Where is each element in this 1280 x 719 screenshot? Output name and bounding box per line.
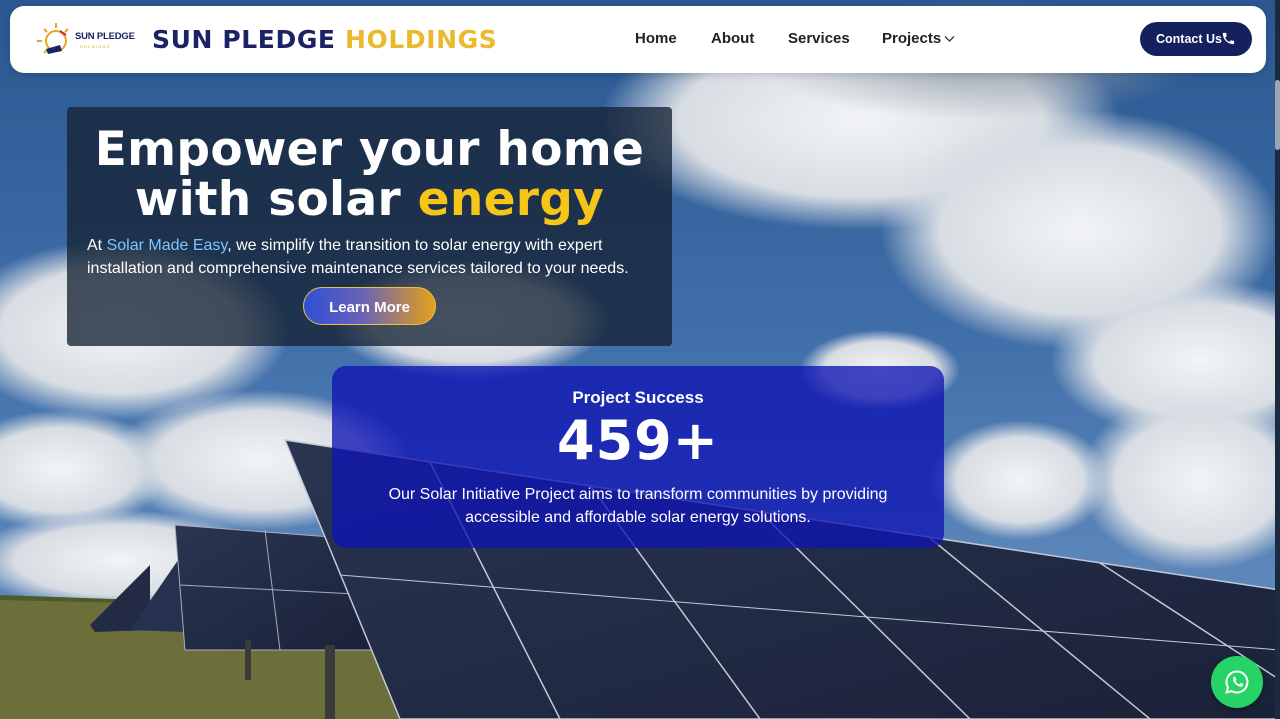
stats-value: 459+ — [557, 409, 719, 472]
nav-about[interactable]: About — [711, 30, 754, 47]
solar-made-easy-link[interactable]: Solar Made Easy — [107, 237, 228, 254]
site-header: SUN PLEDGE HOLDINGS SUN PLEDGE HOLDINGS … — [10, 6, 1266, 73]
stats-title: Project Success — [572, 388, 704, 407]
brand-name-primary: SUN PLEDGE — [152, 25, 336, 54]
brand-name[interactable]: SUN PLEDGE HOLDINGS — [152, 25, 497, 54]
logo-text: SUN PLEDGE — [75, 31, 135, 42]
scrollbar-thumb[interactable] — [1275, 80, 1280, 150]
sun-logo-icon[interactable] — [36, 21, 76, 61]
nav-services[interactable]: Services — [788, 30, 850, 47]
stats-description: Our Solar Initiative Project aims to tra… — [388, 486, 888, 526]
hero-title-line2-text: with solar — [134, 172, 418, 227]
brand-name-accent: HOLDINGS — [344, 25, 498, 54]
logo-subtext: HOLDINGS — [80, 44, 111, 49]
contact-us-button[interactable]: Contact Us — [1140, 22, 1252, 56]
hero-description: At Solar Made Easy, we simplify the tran… — [87, 234, 667, 280]
hero-title-line2: with solar energy — [67, 175, 672, 225]
contact-us-label: Contact Us — [1156, 32, 1222, 46]
whatsapp-icon — [1225, 670, 1249, 694]
hero-title: Empower your home with solar energy — [67, 125, 672, 225]
project-success-card: Project Success 459+ Our Solar Initiativ… — [332, 366, 944, 548]
chevron-down-icon[interactable] — [944, 35, 955, 43]
hero-desc-prefix: At — [87, 237, 107, 254]
hero-content-box: Empower your home with solar energy At S… — [67, 107, 672, 346]
hero-title-accent: energy — [417, 172, 605, 227]
learn-more-label: Learn More — [329, 299, 410, 316]
whatsapp-button[interactable] — [1211, 656, 1263, 708]
hero-title-line1: Empower your home — [94, 122, 645, 177]
learn-more-button[interactable]: Learn More — [303, 287, 436, 325]
phone-icon — [1222, 32, 1235, 45]
nav-home[interactable]: Home — [635, 30, 677, 47]
nav-projects[interactable]: Projects — [882, 30, 941, 47]
